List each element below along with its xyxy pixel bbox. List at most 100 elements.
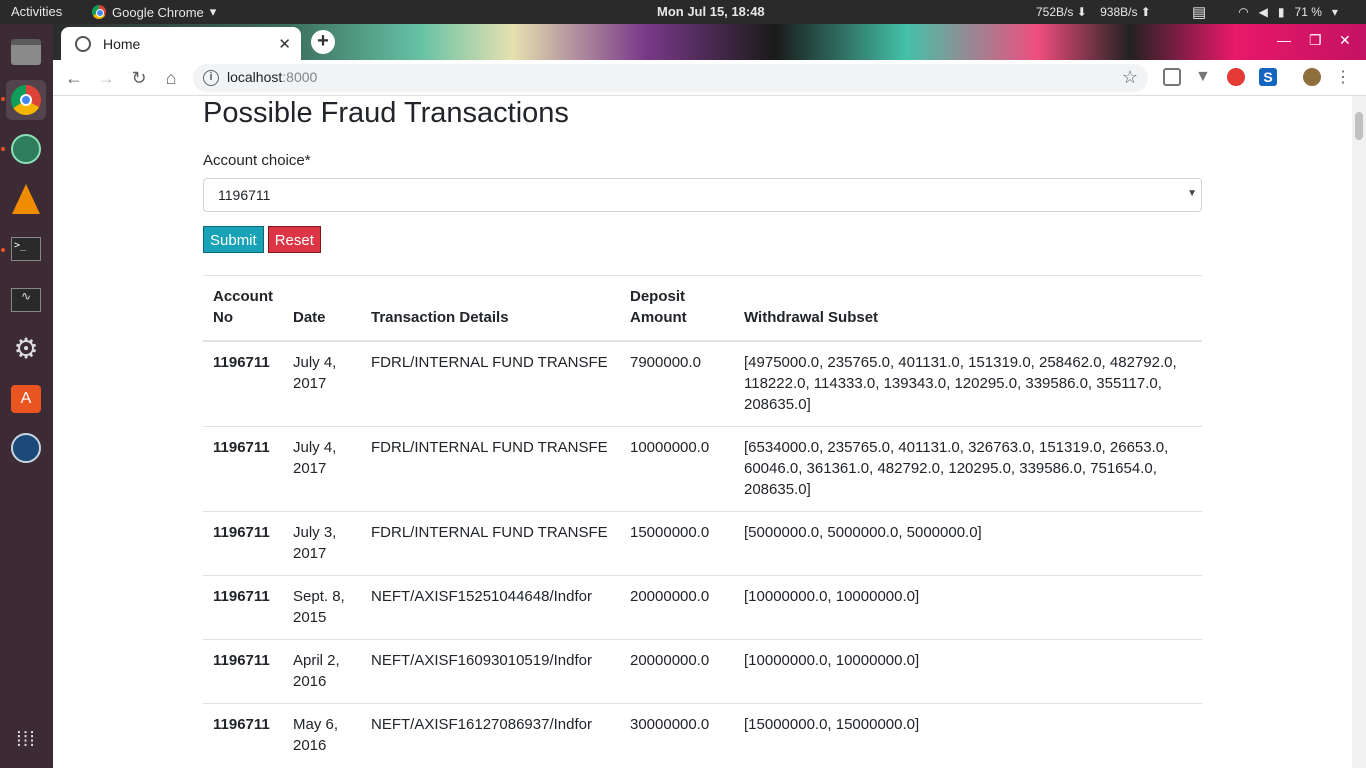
- terminal-icon[interactable]: >_: [6, 229, 46, 269]
- system-top-bar: Activities Google Chrome ▾ Mon Jul 15, 1…: [0, 0, 1366, 24]
- table-header-row: Account No Date Transaction Details Depo…: [203, 276, 1202, 342]
- reload-button[interactable]: ↻: [128, 67, 150, 89]
- atom-icon[interactable]: [6, 129, 46, 169]
- steam-icon[interactable]: [6, 428, 46, 468]
- extension-icon[interactable]: [1163, 68, 1181, 86]
- submit-button[interactable]: Submit: [203, 226, 264, 253]
- cell-subset: [4975000.0, 235765.0, 401131.0, 151319.0…: [734, 340, 1202, 427]
- home-button[interactable]: ⌂: [160, 67, 182, 89]
- cell-subset: [5000000.0, 5000000.0, 5000000.0]: [734, 511, 1202, 576]
- upload-speed: 938B/s: [1100, 5, 1138, 19]
- download-speed: 752B/s: [1036, 5, 1074, 19]
- scrollbar-thumb[interactable]: [1355, 112, 1363, 140]
- cell-subset: [10000000.0, 10000000.0]: [734, 575, 1202, 640]
- app-menu[interactable]: Google Chrome ▾: [92, 4, 216, 20]
- url-host: localhost: [227, 69, 283, 85]
- vue-devtools-icon[interactable]: ▼: [1195, 68, 1213, 86]
- cell-account: 1196711: [203, 426, 283, 512]
- cell-subset: [10000000.0, 10000000.0]: [734, 639, 1202, 704]
- page-scrollbar[interactable]: [1352, 96, 1366, 768]
- globe-icon: [75, 35, 91, 52]
- account-select[interactable]: 1196711 ▼: [203, 178, 1202, 212]
- cell-deposit: 15000000.0: [620, 511, 734, 576]
- adblock-icon[interactable]: [1227, 68, 1245, 86]
- close-window-button[interactable]: ✕: [1339, 32, 1351, 49]
- cell-account: 1196711: [203, 340, 283, 427]
- clock[interactable]: Mon Jul 15, 18:48: [657, 4, 765, 19]
- battery-percent: 71 %: [1294, 5, 1322, 19]
- reset-button[interactable]: Reset: [267, 226, 321, 253]
- table-row: 1196711 Sept. 8, 2015 NEFT/AXISF15251044…: [203, 575, 1202, 640]
- system-tray[interactable]: ▤ ◠ ◀ ▮ 71 % ▾: [1192, 3, 1338, 21]
- activities-button[interactable]: Activities: [11, 4, 62, 19]
- chrome-dock-icon[interactable]: [6, 80, 46, 120]
- clipboard-icon[interactable]: ▤: [1192, 3, 1206, 21]
- address-bar[interactable]: i localhost:8000 ☆: [193, 64, 1148, 92]
- software-center-icon[interactable]: A: [6, 379, 46, 419]
- cell-deposit: 20000000.0: [620, 575, 734, 640]
- cell-date: July 4, 2017: [283, 426, 361, 512]
- cell-details: NEFT/AXISF16093010519/Indfor: [361, 639, 620, 704]
- s-extension-icon[interactable]: S: [1259, 68, 1277, 86]
- cell-account: 1196711: [203, 703, 283, 767]
- cell-subset: [15000000.0, 15000000.0]: [734, 703, 1202, 767]
- cell-account: 1196711: [203, 511, 283, 576]
- dock: >_ ∿ ⚙ A ⁞⁞⁞: [0, 24, 53, 768]
- table-row: 1196711 April 2, 2016 NEFT/AXISF16093010…: [203, 639, 1202, 704]
- minimize-button[interactable]: —: [1277, 32, 1291, 48]
- table-row: 1196711 May 6, 2016 NEFT/AXISF1612708693…: [203, 703, 1202, 767]
- url-text[interactable]: localhost:8000: [227, 69, 317, 85]
- bookmark-star-icon[interactable]: ☆: [1122, 67, 1138, 88]
- form-buttons: Submit Reset: [203, 226, 1202, 253]
- cell-date: July 3, 2017: [283, 511, 361, 576]
- column-header-details: Transaction Details: [361, 276, 620, 342]
- close-icon[interactable]: ✕: [278, 35, 291, 53]
- account-select-value: 1196711: [218, 187, 271, 203]
- files-icon[interactable]: [6, 32, 46, 72]
- cell-account: 1196711: [203, 639, 283, 704]
- info-icon[interactable]: i: [203, 70, 219, 86]
- chevron-down-icon: ▼: [1187, 188, 1197, 199]
- cell-details: NEFT/AXISF16127086937/Indfor: [361, 703, 620, 767]
- url-port: :8000: [282, 69, 318, 85]
- network-speed: 752B/s ⬇ 938B/s ⬆: [1036, 5, 1151, 19]
- chevron-down-icon: ▾: [209, 4, 217, 19]
- cell-details: FDRL/INTERNAL FUND TRANSFE: [361, 511, 620, 576]
- column-header-subset: Withdrawal Subset: [734, 276, 1202, 342]
- tab-strip: Home ✕ + — ❐ ✕: [53, 24, 1366, 60]
- chevron-down-icon: ▾: [1331, 5, 1338, 19]
- show-apps-icon[interactable]: ⁞⁞⁞: [6, 720, 46, 760]
- page-viewport: Possible Fraud Transactions Account choi…: [53, 96, 1352, 768]
- cell-date: July 4, 2017: [283, 340, 361, 427]
- column-header-account: Account No: [203, 276, 283, 342]
- fraud-table: Account No Date Transaction Details Depo…: [203, 276, 1202, 767]
- column-header-deposit: Deposit Amount: [620, 276, 734, 342]
- tab-title: Home: [103, 35, 141, 52]
- cell-date: April 2, 2016: [283, 639, 361, 704]
- table-row: 1196711 July 4, 2017 FDRL/INTERNAL FUND …: [203, 426, 1202, 512]
- browser-toolbar: ← → ↻ ⌂ i localhost:8000 ☆ ▼ S ⋮: [53, 60, 1366, 96]
- cell-deposit: 10000000.0: [620, 426, 734, 512]
- cell-deposit: 20000000.0: [620, 639, 734, 704]
- back-button[interactable]: ←: [63, 67, 85, 89]
- chrome-icon: [92, 5, 106, 19]
- profile-avatar[interactable]: [1303, 68, 1321, 86]
- new-tab-button[interactable]: +: [311, 30, 335, 54]
- page-title: Possible Fraud Transactions: [203, 97, 569, 129]
- settings-icon[interactable]: ⚙: [6, 328, 46, 368]
- cell-deposit: 7900000.0: [620, 340, 734, 427]
- cell-date: May 6, 2016: [283, 703, 361, 767]
- vlc-icon[interactable]: [6, 179, 46, 219]
- battery-icon: ▮: [1277, 5, 1285, 19]
- cell-details: FDRL/INTERNAL FUND TRANSFE: [361, 340, 620, 427]
- cell-account: 1196711: [203, 575, 283, 640]
- system-monitor-icon[interactable]: ∿: [6, 280, 46, 320]
- menu-kebab-icon[interactable]: ⋮: [1332, 67, 1354, 89]
- volume-icon: ◀: [1258, 5, 1268, 19]
- cell-subset: [6534000.0, 235765.0, 401131.0, 326763.0…: [734, 426, 1202, 512]
- main-container: Possible Fraud Transactions Account choi…: [203, 96, 1202, 767]
- tab-home[interactable]: Home ✕: [61, 27, 301, 60]
- maximize-button[interactable]: ❐: [1309, 32, 1322, 49]
- forward-button[interactable]: →: [95, 67, 117, 89]
- app-menu-label: Google Chrome: [112, 4, 204, 20]
